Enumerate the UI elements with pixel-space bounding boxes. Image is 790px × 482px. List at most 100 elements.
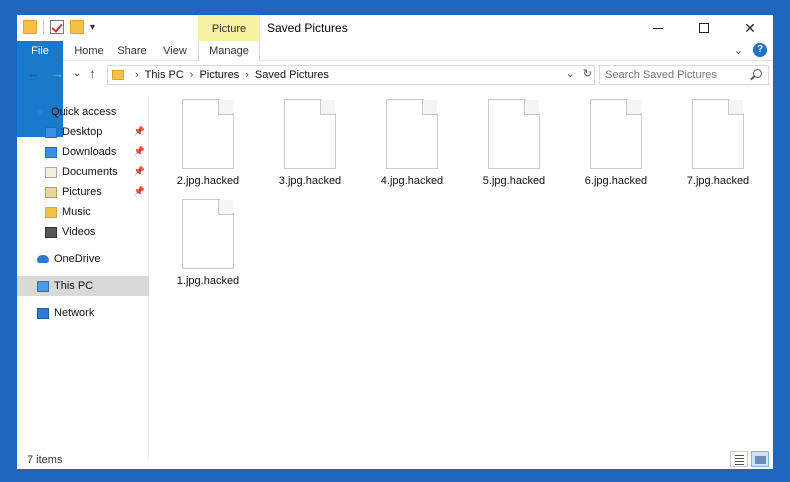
videos-icon [45,226,57,238]
recent-locations-chevron-icon[interactable]: ⌄ [73,68,81,79]
file-icon [182,99,234,169]
properties-icon[interactable] [50,20,64,34]
large-icons-icon [755,456,766,464]
window-controls: ✕ [635,15,773,41]
minimize-icon [653,27,663,29]
file-name: 3.jpg.hacked [278,175,342,187]
title-bar: ▾ Picture Tools Saved Pictures ✕ [17,15,773,63]
desktop-icon [45,126,57,138]
sidebar-item-label: This PC [54,280,94,292]
sidebar-item-label: Pictures [62,186,102,198]
sidebar-item-label: Videos [62,226,96,238]
sidebar-item-documents[interactable]: Documents 📌 [45,162,149,182]
breadcrumb-separator[interactable]: › [135,69,139,81]
list-lines-icon [735,461,744,462]
file-item[interactable]: 4.jpg.hacked [369,99,455,195]
refresh-icon[interactable]: ↻ [583,67,592,80]
search-box[interactable] [599,65,769,85]
sidebar-item-onedrive[interactable]: OneDrive [37,249,149,269]
toolbar-separator [43,20,44,34]
close-icon: ✕ [744,19,756,36]
downloads-icon [45,146,57,158]
new-folder-icon[interactable] [70,20,84,34]
breadcrumb-separator[interactable]: › [245,69,249,81]
view-switcher [730,451,769,467]
sidebar-item-music[interactable]: Music [45,202,149,222]
tab-share[interactable]: Share [115,41,149,61]
sidebar-item-pictures[interactable]: Pictures 📌 [45,182,149,202]
computer-icon [37,280,49,292]
expand-ribbon-chevron-icon[interactable]: ⌄ [734,44,743,57]
navigation-pane: ★ Quick access Desktop 📌 Downloads 📌 Doc… [17,99,149,459]
quick-access-toolbar: ▾ [23,20,95,34]
pin-icon: 📌 [133,146,145,156]
file-name: 5.jpg.hacked [482,175,546,187]
breadcrumb-saved-pictures[interactable]: Saved Pictures [255,69,329,81]
breadcrumb-this-pc[interactable]: This PC [145,69,184,81]
file-icon [386,99,438,169]
tab-manage[interactable]: Manage [198,41,260,62]
explorer-window: ▾ Picture Tools Saved Pictures ✕ File Ho… [16,14,774,470]
details-view-button[interactable] [730,451,748,467]
address-controls: ⌄ ↻ [566,67,592,80]
address-dropdown-chevron-icon[interactable]: ⌄ [566,67,575,80]
close-button[interactable]: ✕ [727,15,773,41]
list-lines-icon [735,455,744,456]
sidebar-item-label: Music [62,206,91,218]
status-bar: 7 items [17,449,773,469]
large-icons-view-button[interactable] [751,451,769,467]
file-name: 6.jpg.hacked [584,175,648,187]
file-icon [182,199,234,269]
sidebar-item-downloads[interactable]: Downloads 📌 [45,142,149,162]
file-item[interactable]: 1.jpg.hacked [165,199,251,295]
forward-arrow-icon[interactable]: → [51,66,64,81]
breadcrumb-separator[interactable]: › [190,69,194,81]
ribbon-controls: ⌄ ? [734,43,767,57]
sidebar-item-desktop[interactable]: Desktop 📌 [45,122,149,142]
sidebar-item-label: Documents [62,166,118,178]
maximize-button[interactable] [681,15,727,41]
item-count: 7 items [27,453,63,466]
sidebar-item-label: Network [54,307,95,319]
file-item[interactable]: 3.jpg.hacked [267,99,353,195]
folder-icon [112,70,124,80]
sidebar-item-quick-access[interactable]: ★ Quick access [35,102,149,122]
onedrive-icon [37,255,49,263]
search-input[interactable] [605,69,745,81]
window-title: Saved Pictures [267,21,348,35]
minimize-button[interactable] [635,15,681,41]
file-icon [488,99,540,169]
sidebar-item-network[interactable]: Network [37,303,149,323]
sidebar-item-label: Downloads [62,146,117,158]
sidebar-item-videos[interactable]: Videos [45,222,149,242]
tab-home[interactable]: Home [69,41,109,61]
pin-icon: 📌 [133,166,145,176]
search-icon[interactable] [753,69,762,78]
file-icon [692,99,744,169]
sidebar-item-this-pc[interactable]: This PC [17,276,149,296]
file-item[interactable]: 5.jpg.hacked [471,99,557,195]
help-icon[interactable]: ? [753,43,767,57]
navigation-bar: ← → ⌄ ↑ › This PC › Pictures › Saved Pic… [17,62,773,88]
up-arrow-icon[interactable]: ↑ [89,66,96,81]
folder-icon [23,20,37,34]
sidebar-item-label: OneDrive [54,253,101,265]
customize-toolbar-chevron-icon[interactable]: ▾ [90,22,95,33]
list-lines-icon [735,458,744,459]
file-name: 2.jpg.hacked [176,175,240,187]
tab-view[interactable]: View [157,41,193,61]
back-arrow-icon[interactable]: ← [27,66,40,81]
file-name: 1.jpg.hacked [176,275,240,287]
ribbon-tabs: File Home Share View Manage ⌄ ? [17,41,773,137]
maximize-icon [699,23,709,33]
pin-icon: 📌 [133,126,145,136]
network-icon [37,307,49,319]
file-item[interactable]: 6.jpg.hacked [573,99,659,195]
file-name: 7.jpg.hacked [686,175,750,187]
file-name: 4.jpg.hacked [380,175,444,187]
file-item[interactable]: 2.jpg.hacked [165,99,251,195]
address-bar[interactable]: › This PC › Pictures › Saved Pictures ⌄ … [107,65,595,85]
list-lines-icon [735,464,744,465]
breadcrumb-pictures[interactable]: Pictures [199,69,239,81]
file-item[interactable]: 7.jpg.hacked [675,99,761,195]
